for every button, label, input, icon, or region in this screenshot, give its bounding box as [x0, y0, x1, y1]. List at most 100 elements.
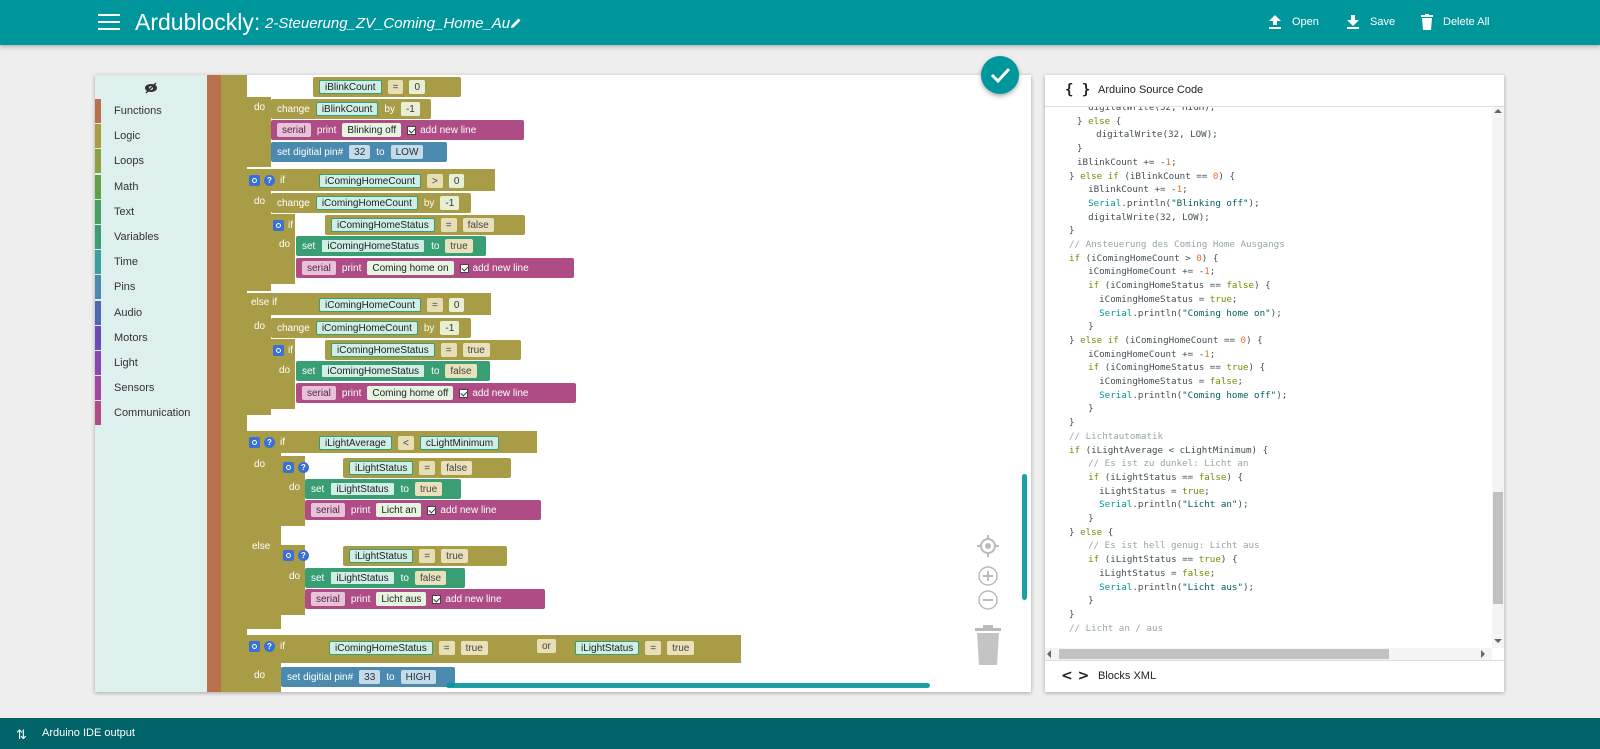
- source-code-view[interactable]: digitalWrite(32, HIGH);} else { digitalW…: [1045, 107, 1492, 648]
- gear-icon[interactable]: [283, 549, 294, 561]
- loop-block-spine: [221, 75, 237, 692]
- toolbox-category-text[interactable]: Text: [95, 199, 207, 224]
- compare-block[interactable]: iLightStatus = false: [343, 458, 511, 478]
- recenter-icon[interactable]: [977, 535, 999, 557]
- ide-output-bar[interactable]: ⇅ Arduino IDE output: [0, 718, 1600, 749]
- sketch-name-field[interactable]: 2-Steuerung_ZV_Coming_Home_Au: [265, 14, 513, 34]
- code-panel-header[interactable]: { } Arduino Source Code: [1045, 75, 1504, 107]
- workspace-horizontal-scrollbar[interactable]: [446, 683, 930, 688]
- scroll-up-icon[interactable]: [1494, 109, 1502, 113]
- compare-block[interactable]: iComingHomeCount > 0: [313, 171, 493, 191]
- compare-block[interactable]: iLightStatus = true: [569, 638, 737, 658]
- delete-all-button[interactable]: Delete All: [1421, 12, 1489, 32]
- code-line: // Es ist hell genug: Licht aus: [1077, 540, 1260, 552]
- toolbox-category-audio[interactable]: Audio: [95, 300, 207, 325]
- change-block[interactable]: change iComingHomeCount by -1: [271, 318, 471, 338]
- code-line: } else {: [1069, 526, 1114, 538]
- toolbox-category-communication[interactable]: Communication: [95, 401, 207, 426]
- serial-print-block[interactable]: serial print Blinking off add new line: [271, 120, 524, 140]
- code-horizontal-scroll-thumb[interactable]: [1059, 649, 1389, 659]
- digital-write-block[interactable]: set digitial pin# 32 to LOW: [271, 142, 447, 162]
- set-var-block[interactable]: set iComingHomeStatus to true: [296, 236, 486, 256]
- zoom-out-icon[interactable]: [977, 589, 999, 611]
- code-line: } else {: [1077, 115, 1122, 127]
- code-brackets-icon: < >: [1061, 668, 1090, 684]
- save-button[interactable]: Save: [1346, 12, 1395, 32]
- compare-block[interactable]: iBlinkCount = 0: [313, 77, 461, 97]
- serial-print-block[interactable]: serial print Coming home off add new lin…: [296, 383, 576, 403]
- trash-can-icon[interactable]: [973, 625, 1003, 665]
- trash-icon: [1421, 14, 1433, 30]
- scroll-left-icon[interactable]: [1047, 650, 1051, 658]
- blocks-xml-tab[interactable]: < > Blocks XML: [1045, 660, 1504, 692]
- code-vertical-scroll-thumb[interactable]: [1493, 492, 1503, 604]
- toolbox-category-loops[interactable]: Loops: [95, 149, 207, 174]
- op-field[interactable]: =: [387, 80, 404, 94]
- help-icon[interactable]: ?: [264, 436, 275, 448]
- or-block[interactable]: or: [533, 636, 567, 656]
- toolbox-category-pins[interactable]: Pins: [95, 275, 207, 300]
- gear-icon[interactable]: [273, 344, 284, 356]
- gear-icon[interactable]: [249, 640, 260, 652]
- serial-print-block[interactable]: serial print Licht an add new line: [305, 500, 541, 520]
- code-line: }: [1077, 595, 1094, 607]
- digital-write-block[interactable]: set digitial pin# 33 to HIGH: [281, 667, 455, 687]
- ide-output-label: Arduino IDE output: [42, 727, 135, 739]
- code-line: iLightStatus = false;: [1077, 567, 1216, 579]
- open-button[interactable]: Open: [1268, 12, 1319, 32]
- set-var-block[interactable]: set iLightStatus to false: [305, 568, 465, 588]
- menu-icon[interactable]: [98, 13, 120, 31]
- compare-block[interactable]: iComingHomeCount = 0: [313, 295, 489, 315]
- verify-button[interactable]: [981, 56, 1019, 94]
- set-var-block[interactable]: set iLightStatus to true: [305, 479, 461, 499]
- toolbox-category-light[interactable]: Light: [95, 351, 207, 375]
- compare-block[interactable]: iComingHomeStatus = false: [325, 215, 525, 235]
- code-line: // Ansteuerung des Coming Home Ausgangs: [1069, 239, 1285, 250]
- compare-block[interactable]: iLightAverage < cLightMinimum: [313, 433, 535, 453]
- code-line: iComingHomeCount += -1;: [1077, 266, 1216, 278]
- else-if-label: else if: [251, 78, 278, 89]
- code-line: Serial.println("Blinking off");: [1088, 197, 1260, 209]
- toolbox-category-math[interactable]: Math: [95, 174, 207, 199]
- gear-icon[interactable]: [249, 174, 260, 186]
- eye-off-icon[interactable]: [144, 81, 158, 95]
- var-field[interactable]: iBlinkCount: [319, 80, 382, 94]
- blocks-canvas[interactable]: else if iBlinkCount = 0 do change iBlink…: [207, 75, 1031, 692]
- code-line: // Lichtautomatik: [1069, 430, 1164, 442]
- code-line: }: [1077, 321, 1094, 333]
- help-icon[interactable]: ?: [298, 549, 309, 561]
- if-block-spine: [237, 75, 247, 692]
- toolbox-category-sensors[interactable]: Sensors: [95, 376, 207, 401]
- toolbox-category-variables[interactable]: Variables: [95, 225, 207, 249]
- code-line: if (iComingHomeCount > 0) {: [1069, 252, 1219, 264]
- num-field[interactable]: 0: [409, 80, 425, 94]
- change-block[interactable]: change iBlinkCount by -1: [271, 99, 431, 119]
- blockly-workspace[interactable]: Functions Logic Loops Math Text Variables Time…: [95, 75, 1031, 692]
- serial-print-block[interactable]: serial print Coming home on add new line: [296, 258, 574, 278]
- compare-block[interactable]: iComingHomeStatus = true: [325, 340, 521, 360]
- zoom-in-icon[interactable]: [977, 565, 999, 587]
- gear-icon[interactable]: [273, 219, 284, 231]
- gear-icon[interactable]: [249, 436, 260, 448]
- help-icon[interactable]: ?: [264, 640, 275, 652]
- code-line: if (iComingHomeStatus == false) {: [1088, 280, 1271, 292]
- scroll-right-icon[interactable]: [1481, 650, 1485, 658]
- toolbox-category-motors[interactable]: Motors: [95, 325, 207, 350]
- checkbox[interactable]: [407, 125, 417, 135]
- change-block[interactable]: change iComingHomeCount by -1: [271, 193, 471, 213]
- code-panel: { } Arduino Source Code digitalWrite(32,…: [1045, 75, 1504, 692]
- scroll-down-icon[interactable]: [1494, 639, 1502, 643]
- toolbox-category-functions[interactable]: Functions: [95, 99, 207, 123]
- toolbox-category-time[interactable]: Time: [95, 250, 207, 275]
- compare-block[interactable]: iLightStatus = true: [343, 546, 507, 566]
- toolbox-category-logic[interactable]: Logic: [95, 124, 207, 149]
- serial-print-block[interactable]: serial print Licht aus add new line: [305, 589, 545, 609]
- compare-block[interactable]: iComingHomeStatus = true: [323, 638, 533, 658]
- workspace-vertical-scrollbar[interactable]: [1022, 474, 1027, 600]
- gear-icon[interactable]: [283, 461, 294, 473]
- else-label: else: [252, 541, 271, 552]
- pencil-icon[interactable]: [510, 17, 522, 29]
- set-var-block[interactable]: set iComingHomeStatus to false: [296, 361, 490, 381]
- help-icon[interactable]: ?: [298, 461, 309, 473]
- help-icon[interactable]: ?: [264, 174, 275, 186]
